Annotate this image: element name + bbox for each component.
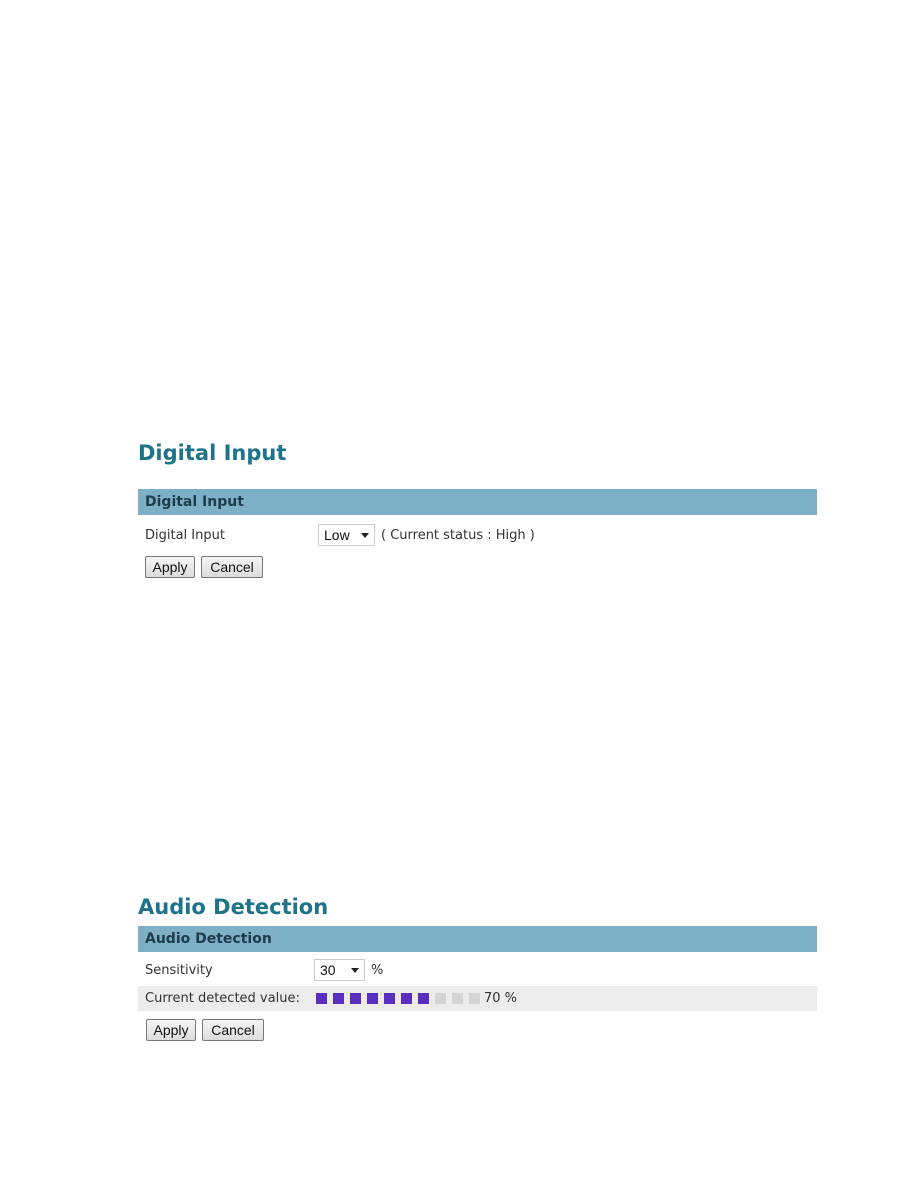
digital-input-title: Digital Input <box>138 441 287 465</box>
digital-input-cancel-button[interactable]: Cancel <box>201 556 263 578</box>
current-status-text: ( Current status : High ) <box>381 528 535 543</box>
level-segment-filled <box>418 993 429 1004</box>
level-segment-empty <box>469 993 480 1004</box>
sensitivity-select-value: 30 <box>320 962 336 978</box>
detected-value-row: Current detected value: 70 % <box>138 986 817 1011</box>
level-segment-filled <box>333 993 344 1004</box>
sensitivity-row: Sensitivity 30 % <box>138 958 817 983</box>
digital-input-apply-button[interactable]: Apply <box>145 556 195 578</box>
level-segment-filled <box>350 993 361 1004</box>
digital-input-row: Digital Input Low ( Current status : Hig… <box>138 523 817 548</box>
audio-detection-title: Audio Detection <box>138 895 329 919</box>
digital-input-select-value: Low <box>324 527 350 543</box>
level-segment-filled <box>401 993 412 1004</box>
digital-input-label: Digital Input <box>145 528 225 543</box>
sensitivity-label: Sensitivity <box>145 963 213 978</box>
detected-value-text: 70 % <box>484 991 518 1006</box>
chevron-down-icon <box>361 533 369 538</box>
detected-value-label: Current detected value: <box>145 991 300 1006</box>
level-segment-filled <box>367 993 378 1004</box>
sensitivity-unit: % <box>371 963 384 978</box>
level-segment-filled <box>316 993 327 1004</box>
audio-detection-cancel-button[interactable]: Cancel <box>202 1019 264 1041</box>
level-segment-empty <box>435 993 446 1004</box>
digital-input-section-header: Digital Input <box>138 489 817 515</box>
level-segment-empty <box>452 993 463 1004</box>
audio-detection-section-header: Audio Detection <box>138 926 817 952</box>
level-segment-filled <box>384 993 395 1004</box>
audio-detection-apply-button[interactable]: Apply <box>146 1019 196 1041</box>
sensitivity-select[interactable]: 30 <box>314 959 365 981</box>
chevron-down-icon <box>351 968 359 973</box>
digital-input-select[interactable]: Low <box>318 524 375 546</box>
